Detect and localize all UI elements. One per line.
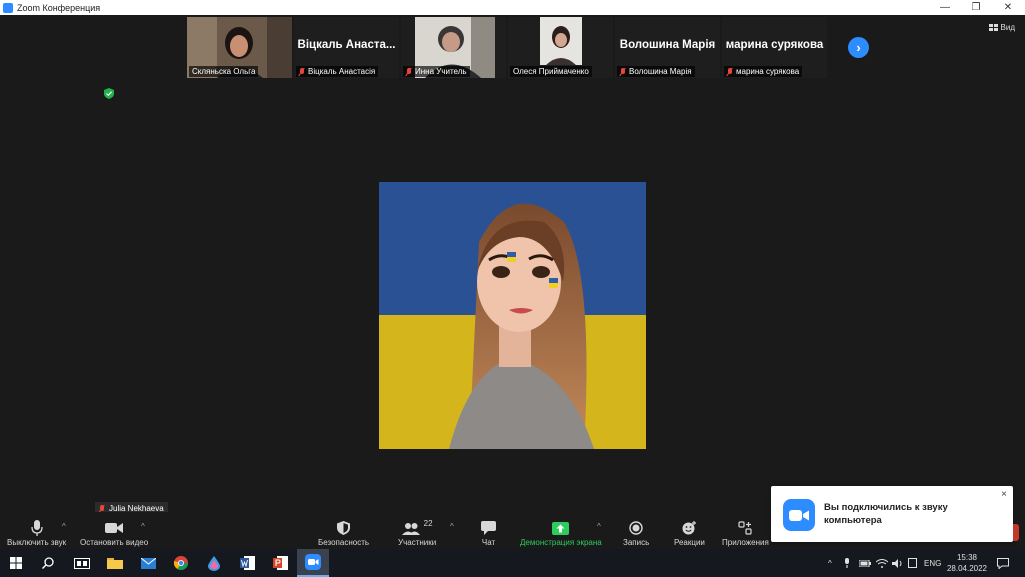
participant-tile[interactable]: Віцкаль Анаста... Віцкаль Анастасія xyxy=(294,17,399,78)
apps-button[interactable]: Приложения xyxy=(722,518,769,547)
close-icon[interactable]: × xyxy=(1001,489,1007,500)
security-shield-icon xyxy=(337,521,351,535)
participant-name-label: Віцкаль Анастасія xyxy=(296,66,379,77)
powerpoint-icon[interactable] xyxy=(264,549,296,577)
stop-video-button[interactable]: Остановить видео xyxy=(80,518,148,547)
participant-name-label: Инна Учитель xyxy=(403,66,470,77)
wifi-icon[interactable] xyxy=(876,549,888,577)
file-explorer-icon[interactable] xyxy=(99,549,131,577)
view-label: Вид xyxy=(1000,23,1015,32)
task-view-icon[interactable] xyxy=(66,549,98,577)
stop-video-label: Остановить видео xyxy=(80,538,149,547)
participant-name: Віцкаль Анастасія xyxy=(308,67,376,76)
participant-name-label: Скляньска Ольга xyxy=(189,66,259,77)
chevron-right-icon[interactable]: › xyxy=(848,37,869,58)
zoom-window: Zoom Конференция — ❐ ✕ Скляньска Ольга В… xyxy=(0,0,1025,577)
participant-name: Скляньска Ольга xyxy=(192,67,256,76)
mute-button[interactable]: Выключить звук xyxy=(7,518,66,547)
windows-taskbar: ^ ENG 15:38 28.04.2022 xyxy=(0,549,1025,577)
active-speaker-video xyxy=(379,182,646,449)
clock-time: 15:38 xyxy=(956,553,978,562)
taskbar-clock[interactable]: 15:38 28.04.2022 xyxy=(944,552,990,574)
reactions-label: Реакции xyxy=(674,538,705,547)
zoom-taskbar-icon[interactable] xyxy=(297,549,329,577)
zoom-camera-icon xyxy=(783,499,815,531)
participants-options-caret[interactable]: ^ xyxy=(450,522,454,531)
tray-expand-chevron[interactable]: ^ xyxy=(828,549,832,577)
windows-start-icon[interactable] xyxy=(0,549,32,577)
participant-tile[interactable]: Инна Учитель xyxy=(401,17,506,78)
paint-3d-icon[interactable] xyxy=(198,549,230,577)
clock-date: 28.04.2022 xyxy=(946,564,988,573)
zoom-app-icon xyxy=(3,2,13,13)
share-screen-button[interactable]: Демонстрация экрана xyxy=(520,518,602,547)
record-label: Запись xyxy=(623,538,650,547)
grid-icon xyxy=(988,23,998,31)
minimize-button[interactable]: — xyxy=(929,0,961,15)
security-label: Безопасность xyxy=(318,538,370,547)
language-indicator[interactable]: ENG xyxy=(924,549,941,577)
mic-muted-icon xyxy=(406,67,412,76)
participants-icon xyxy=(401,522,420,535)
participant-name: Волошина Марія xyxy=(629,67,692,76)
action-center-icon[interactable] xyxy=(997,549,1009,577)
participants-label: Участники xyxy=(398,538,437,547)
security-button[interactable]: Безопасность xyxy=(318,518,369,547)
close-button[interactable]: ✕ xyxy=(992,0,1024,15)
participant-name: Олеся Приймаченко xyxy=(513,67,589,76)
participant-tile[interactable]: Скляньска Ольга xyxy=(187,17,292,78)
share-options-caret[interactable]: ^ xyxy=(597,522,601,531)
participants-count: 22 xyxy=(423,518,433,528)
microphone-icon xyxy=(30,520,43,536)
chat-bubble-icon xyxy=(481,521,496,535)
participant-name: Инна Учитель xyxy=(415,67,467,76)
mic-muted-icon xyxy=(620,67,626,76)
chrome-icon[interactable] xyxy=(165,549,197,577)
audio-options-caret[interactable]: ^ xyxy=(62,522,66,531)
participant-tile[interactable]: Волошина Марія Волошина Марія xyxy=(615,17,720,78)
microphone-tray-icon[interactable] xyxy=(844,549,850,577)
participant-display-name: Віцкаль Анаста... xyxy=(297,39,396,51)
participant-name: марина сурякова xyxy=(736,67,800,76)
apps-icon xyxy=(738,521,753,535)
speaker-avatar-image xyxy=(379,182,646,449)
window-title: Zoom Конференция xyxy=(17,2,101,13)
encryption-shield-icon[interactable] xyxy=(104,88,114,99)
audio-connected-notification: Вы подключились к звуку компьютера × xyxy=(771,486,1013,542)
mic-muted-icon xyxy=(299,67,305,76)
participant-tile[interactable]: Олеся Приймаченко xyxy=(508,17,613,78)
title-bar: Zoom Конференция — ❐ ✕ xyxy=(0,0,1025,15)
maximize-button[interactable]: ❐ xyxy=(960,0,992,15)
participant-name-label: Олеся Приймаченко xyxy=(510,66,592,77)
mail-icon[interactable] xyxy=(132,549,164,577)
mute-label: Выключить звук xyxy=(7,538,67,547)
mic-muted-icon xyxy=(727,67,733,76)
participant-display-name: марина сурякова xyxy=(725,39,824,51)
battery-icon[interactable] xyxy=(859,549,871,577)
video-options-caret[interactable]: ^ xyxy=(141,522,145,531)
record-button[interactable]: Запись xyxy=(623,518,649,547)
share-screen-label: Демонстрация экрана xyxy=(520,538,602,547)
leave-button-edge[interactable] xyxy=(1013,524,1019,541)
chat-label: Чат xyxy=(481,538,496,547)
participant-name-label: марина сурякова xyxy=(724,66,803,77)
word-icon[interactable] xyxy=(231,549,263,577)
participant-display-name: Волошина Марія xyxy=(619,39,716,51)
share-screen-arrow-icon xyxy=(552,521,570,535)
tablet-mode-icon[interactable] xyxy=(908,549,917,577)
video-camera-icon xyxy=(105,523,124,533)
reactions-emoji-icon xyxy=(682,521,696,535)
notification-text: Вы подключились к звуку компьютера xyxy=(824,502,948,526)
apps-label: Приложения xyxy=(722,538,769,547)
reactions-button[interactable]: Реакции xyxy=(674,518,705,547)
search-icon[interactable] xyxy=(32,549,64,577)
participants-strip: Скляньска Ольга Віцкаль Анаста... Віцкал… xyxy=(187,17,827,78)
volume-icon[interactable] xyxy=(892,549,903,577)
participants-button[interactable]: 22 Участники xyxy=(398,518,437,548)
view-button[interactable]: Вид xyxy=(988,23,1015,32)
record-icon xyxy=(629,521,643,535)
participant-name-label: Волошина Марія xyxy=(617,66,695,77)
participant-tile[interactable]: марина сурякова марина сурякова xyxy=(722,17,827,78)
chat-button[interactable]: Чат xyxy=(481,518,496,547)
